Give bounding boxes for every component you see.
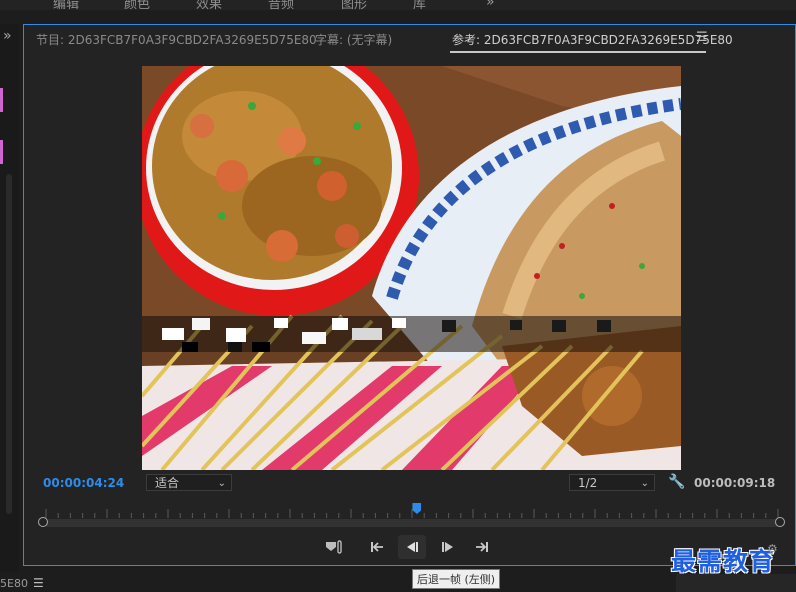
tooltip: 后退一帧 (左侧) [412, 569, 501, 589]
step-forward-one-frame-button[interactable] [434, 535, 462, 559]
current-timecode[interactable]: 00:00:04:24 [43, 476, 124, 490]
step-back-one-frame-button[interactable] [398, 535, 426, 559]
playback-resolution-value: 1/2 [578, 476, 598, 490]
workspace-bar: 编辑 颜色 效果 音频 图形 库 » [0, 0, 796, 10]
chevron-down-icon: ⌄ [640, 478, 649, 489]
playback-resolution-select[interactable]: 1/2 ⌄ [569, 474, 655, 491]
workspace-tab-effects[interactable]: 效果 [196, 0, 222, 10]
video-frame-image [142, 66, 681, 470]
step-to-out-button[interactable] [468, 535, 496, 559]
step-to-in-button[interactable] [363, 535, 391, 559]
bottom-panel-title[interactable]: 5E80 [0, 577, 28, 590]
go-to-in-icon [371, 542, 383, 552]
expand-panel-icon[interactable]: » [3, 28, 12, 44]
in-point-handle[interactable] [38, 517, 48, 527]
workspace-tab-libraries[interactable]: 库 [413, 0, 426, 10]
tab-program[interactable]: 节目: 2D63FCB7F0A3F9CBD2FA3269E5D75E80 [36, 31, 317, 48]
left-panel-strip: » [0, 24, 19, 572]
video-frame[interactable] [142, 66, 681, 470]
clip-marker-pink [0, 88, 3, 112]
zoom-level-value: 适合 [155, 476, 180, 490]
workspace-overflow-icon[interactable]: » [486, 0, 495, 10]
workspace-tab-audio[interactable]: 音频 [268, 0, 294, 10]
step-forward-icon [442, 542, 453, 552]
tab-captions[interactable]: 字幕: (无字幕) [315, 31, 392, 48]
zoom-level-select[interactable]: 适合 ⌄ [146, 474, 232, 491]
marker-icon [326, 540, 342, 554]
panel-scrollbar[interactable] [6, 174, 12, 514]
out-point-handle[interactable] [775, 517, 785, 527]
active-tab-indicator [450, 51, 706, 53]
tab-reference[interactable]: 参考: 2D63FCB7F0A3F9CBD2FA3269E5D75E80 [452, 31, 733, 48]
add-marker-button[interactable] [320, 535, 348, 559]
bottom-panel-menu-icon[interactable]: ☰ [33, 576, 44, 590]
workspace-tab-edit[interactable]: 编辑 [53, 0, 79, 10]
workspace-tab-graphics[interactable]: 图形 [341, 0, 367, 10]
go-to-out-icon [476, 542, 488, 552]
scrub-bar[interactable] [44, 519, 781, 527]
chevron-down-icon: ⌄ [217, 478, 226, 489]
watermark-logo: 最需教育 [671, 547, 776, 576]
reference-monitor-panel: 节目: 2D63FCB7F0A3F9CBD2FA3269E5D75E80 字幕:… [23, 24, 796, 566]
panel-menu-icon[interactable]: ☰ [696, 30, 708, 45]
step-back-icon [407, 542, 418, 552]
gear-icon[interactable]: ⚙ [767, 542, 778, 556]
duration-timecode: 00:00:09:18 [694, 476, 776, 490]
workspace-tab-color[interactable]: 颜色 [124, 0, 150, 10]
clip-marker-pink [0, 140, 3, 164]
settings-wrench-icon[interactable]: 🔧 [668, 474, 685, 490]
